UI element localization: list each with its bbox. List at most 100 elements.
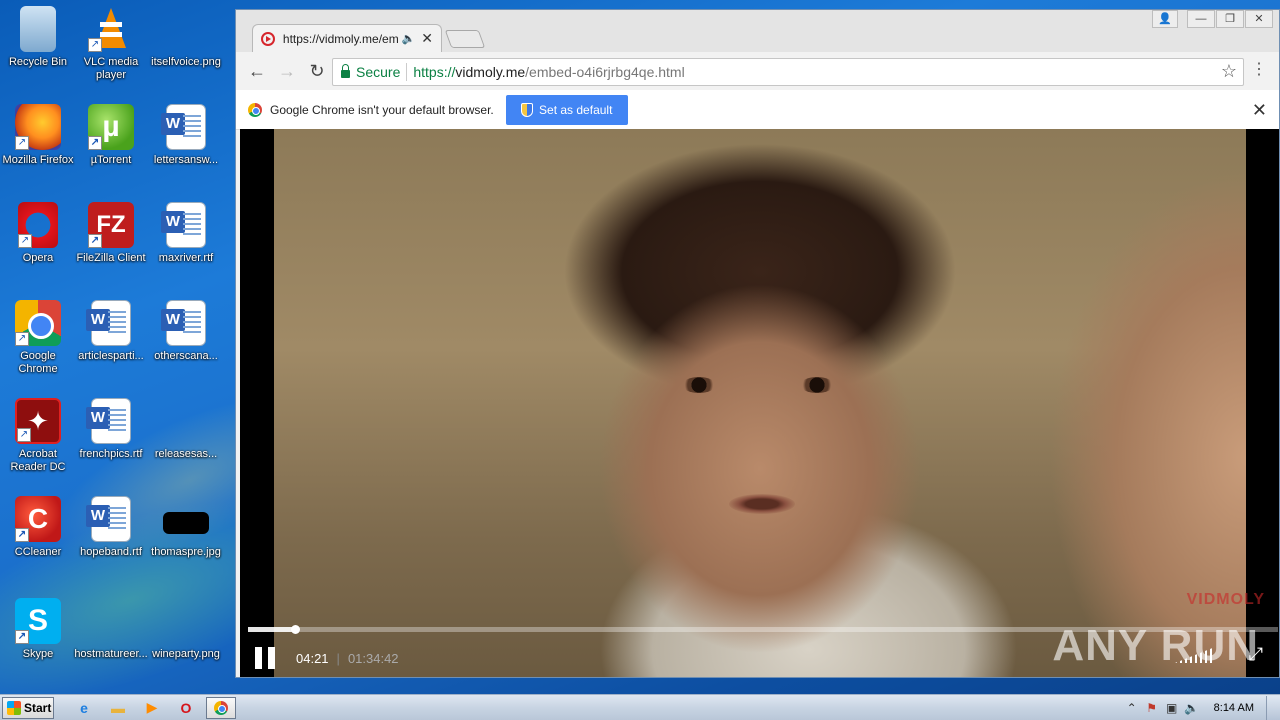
- desktop-icon-articlesparti[interactable]: W articlesparti...: [73, 300, 149, 363]
- media-player-icon[interactable]: ▶: [138, 697, 166, 719]
- video-frame[interactable]: [274, 129, 1246, 677]
- image-file-icon: [163, 512, 209, 534]
- shortcut-arrow-icon: ↗: [18, 234, 32, 248]
- speaker-icon[interactable]: 🔈: [402, 32, 416, 45]
- desktop-icon-label: wineparty.png: [152, 648, 220, 660]
- ie-icon[interactable]: e: [70, 697, 98, 719]
- total-time: 01:34:42: [347, 650, 399, 666]
- volume-icon[interactable]: 🔈: [1182, 697, 1202, 719]
- desktop-icon-hostmatureer[interactable]: hostmatureer...: [73, 598, 149, 661]
- desktop-icon-label: Acrobat Reader DC: [10, 448, 66, 473]
- new-tab-button[interactable]: [444, 30, 486, 48]
- chrome-window: https://vidmoly.me/emb 🔈 ✕ 👤 — ❐ ✕ ← → ↻…: [235, 9, 1280, 678]
- chrome-icon: [248, 102, 262, 117]
- title-bar: https://vidmoly.me/emb 🔈 ✕ 👤 — ❐ ✕: [236, 10, 1279, 52]
- desktop-icon-label: CCleaner: [14, 546, 62, 558]
- pause-icon[interactable]: [254, 647, 276, 669]
- opera-icon: ↗: [18, 202, 58, 248]
- default-browser-infobar: Google Chrome isn't your default browser…: [236, 90, 1279, 130]
- desktop-icon-opera[interactable]: ↗ Opera: [0, 202, 76, 265]
- desktop-icon-itselfvoice[interactable]: itselfvoice.png: [148, 6, 224, 69]
- desktop-icon-frenchpics[interactable]: W frenchpics.rtf: [73, 398, 149, 461]
- maximize-icon[interactable]: ❐: [1216, 10, 1244, 28]
- desktop-icon-vlc[interactable]: ↗ VLC media player: [73, 6, 149, 82]
- video-subject-mouth: [729, 494, 795, 514]
- explorer-icon[interactable]: ▬: [104, 697, 132, 719]
- browser-tab[interactable]: https://vidmoly.me/emb 🔈 ✕: [252, 24, 442, 52]
- tab-title: https://vidmoly.me/emb: [282, 31, 398, 46]
- skype-icon: S ↗: [15, 598, 61, 644]
- start-label: Start: [24, 700, 52, 715]
- desktop-icon-filezilla[interactable]: FZ ↗ FileZilla Client: [73, 202, 149, 265]
- word-doc-icon: W: [86, 300, 131, 346]
- desktop-icon-label: maxriver.rtf: [158, 252, 214, 264]
- desktop-icon-label: itselfvoice.png: [151, 56, 221, 68]
- word-doc-icon: W: [161, 104, 206, 150]
- image-file-icon: [163, 398, 209, 444]
- desktop-icon-label: thomaspre.jpg: [151, 546, 221, 558]
- anyrun-watermark: ANY RUN: [1052, 621, 1259, 670]
- shortcut-arrow-icon: ↗: [88, 38, 102, 52]
- time-separator: |: [336, 650, 340, 666]
- desktop-icon-firefox[interactable]: ↗ Mozilla Firefox: [0, 104, 76, 167]
- desktop-icon-maxriver[interactable]: W maxriver.rtf: [148, 202, 224, 265]
- shield-icon: [521, 102, 534, 117]
- desktop-icon-label: releasesas...: [154, 448, 218, 460]
- progress-fill: [248, 627, 296, 632]
- tab-close-icon[interactable]: ✕: [421, 30, 433, 47]
- recycle-bin-icon: [20, 6, 56, 52]
- desktop-icon-area: Recycle Bin ↗ VLC media player itselfvoi…: [0, 0, 232, 690]
- opera-icon[interactable]: O: [172, 697, 200, 719]
- desktop-icon-label: Skype: [22, 648, 54, 660]
- start-button[interactable]: Start: [2, 696, 54, 719]
- action-center-flag-icon[interactable]: ⚑: [1142, 697, 1162, 719]
- profile-icon[interactable]: 👤: [1152, 10, 1178, 28]
- desktop-icon-releasesas[interactable]: releasesas...: [148, 398, 224, 461]
- show-hidden-icons-icon[interactable]: ⌃: [1122, 697, 1142, 719]
- infobar-close-icon[interactable]: ✕: [1252, 100, 1267, 121]
- word-doc-icon: W: [161, 300, 206, 346]
- desktop-icon-utorrent[interactable]: µ ↗ µTorrent: [73, 104, 149, 167]
- desktop-icon-label: Opera: [22, 252, 54, 264]
- taskbar: Start e ▬ ▶ O ⌃ ⚑ ▣ 🔈 8:14 AM: [0, 694, 1280, 720]
- network-icon[interactable]: ▣: [1162, 697, 1182, 719]
- show-desktop-button[interactable]: [1266, 696, 1280, 720]
- window-controls: 👤 — ❐ ✕: [1151, 10, 1273, 28]
- desktop-icon-recycle-bin[interactable]: Recycle Bin: [0, 6, 76, 69]
- desktop-icon-lettersansw[interactable]: W lettersansw...: [148, 104, 224, 167]
- desktop-icon-wineparty[interactable]: wineparty.png: [148, 598, 224, 661]
- desktop-icon-label: frenchpics.rtf: [79, 448, 143, 460]
- vidmoly-favicon-icon: [261, 31, 275, 46]
- desktop-icon-skype[interactable]: S ↗ Skype: [0, 598, 76, 661]
- desktop-icon-hopeband[interactable]: W hopeband.rtf: [73, 496, 149, 559]
- forward-arrow-icon[interactable]: →: [274, 58, 300, 84]
- utorrent-icon: µ ↗: [88, 104, 134, 150]
- secure-label: Secure: [356, 64, 401, 80]
- desktop-icon-label: otherscana...: [154, 350, 218, 362]
- acrobat-icon: ✦ ↗: [15, 398, 61, 444]
- bookmark-star-icon[interactable]: ☆: [1221, 61, 1237, 82]
- chrome-taskbar-button[interactable]: [206, 696, 236, 719]
- back-arrow-icon[interactable]: ←: [244, 58, 270, 84]
- desktop-icon-label: hostmatureer...: [74, 648, 148, 660]
- set-as-default-button[interactable]: Set as default: [505, 94, 628, 125]
- ccleaner-icon: C ↗: [15, 496, 61, 542]
- image-file-icon: [163, 6, 209, 52]
- chrome-menu-icon[interactable]: ⋮: [1251, 60, 1267, 80]
- desktop-icon-thomaspre[interactable]: thomaspre.jpg: [148, 496, 224, 559]
- clock[interactable]: 8:14 AM: [1214, 702, 1254, 714]
- address-bar[interactable]: Secure https://vidmoly.me/embed-o4i6rjrb…: [332, 58, 1244, 86]
- desktop-icon-label: FileZilla Client: [76, 252, 146, 264]
- video-player[interactable]: VIDMOLY 04:21 | 01:34:42 ⤢ ANY RUN: [240, 129, 1279, 677]
- reload-icon[interactable]: ↻: [304, 58, 330, 84]
- omnibox-divider: [406, 63, 408, 81]
- desktop-icon-acrobat[interactable]: ✦ ↗ Acrobat Reader DC: [0, 398, 76, 474]
- desktop-icon-label: Mozilla Firefox: [2, 154, 74, 166]
- desktop-icon-otherscana[interactable]: W otherscana...: [148, 300, 224, 363]
- desktop-icon-chrome[interactable]: ↗ Google Chrome: [0, 300, 76, 376]
- close-icon[interactable]: ✕: [1245, 10, 1273, 28]
- word-doc-icon: W: [161, 202, 206, 248]
- desktop-icon-ccleaner[interactable]: C ↗ CCleaner: [0, 496, 76, 559]
- url-path: /embed-o4i6rjrbg4qe.html: [525, 64, 685, 80]
- minimize-icon[interactable]: —: [1187, 10, 1215, 28]
